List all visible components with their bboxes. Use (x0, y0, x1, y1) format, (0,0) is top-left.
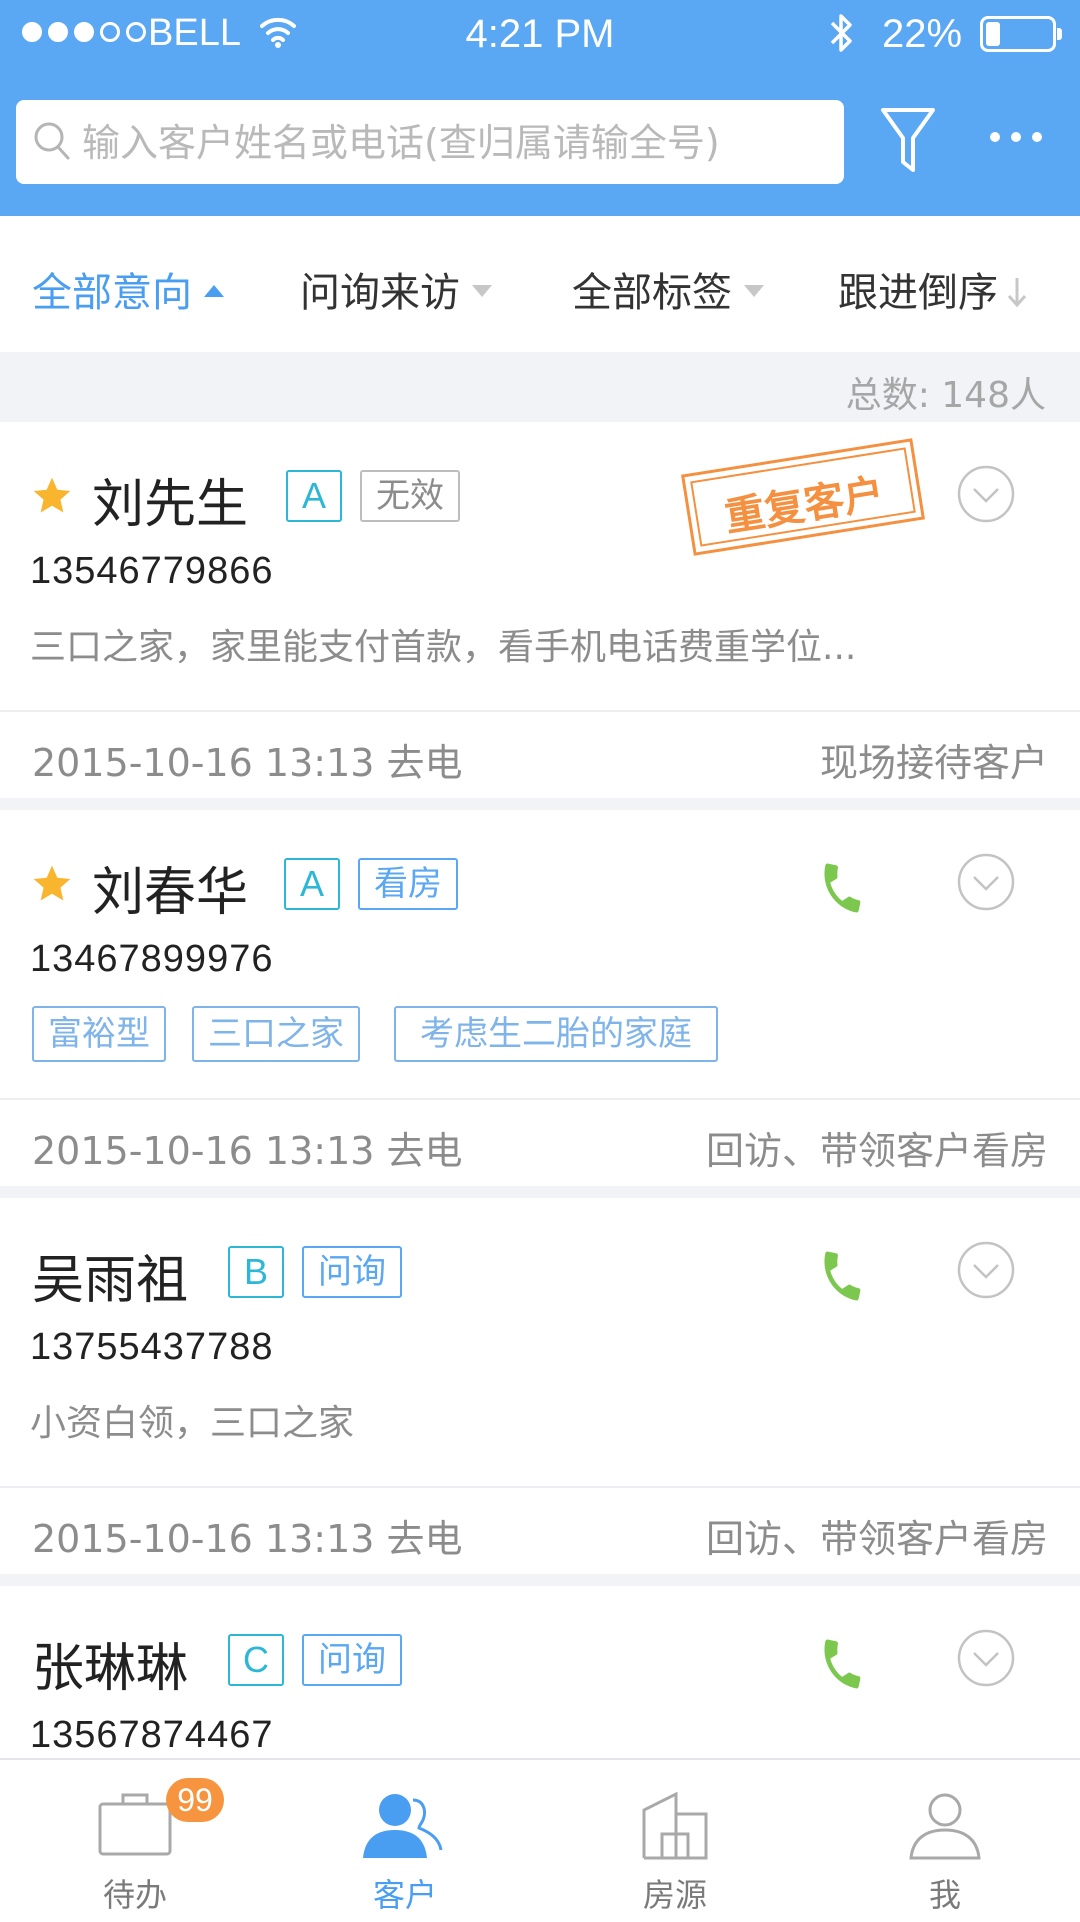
expand-icon[interactable] (956, 852, 1016, 916)
grade-badge: A (284, 858, 340, 910)
followup-note: 回访、带领客户看房 (705, 1517, 1048, 1561)
caret-down-icon (472, 285, 492, 297)
phone-icon[interactable] (814, 1246, 870, 1310)
battery-percent: 22% (882, 12, 963, 56)
customers-icon (270, 1790, 540, 1860)
sort-bar: 全部意向 问询来访 全部标签 跟进倒序 (0, 216, 1080, 352)
tab-label: 我 (928, 1876, 961, 1914)
star-icon[interactable] (30, 862, 74, 910)
sort-intent-label: 全部意向 (32, 270, 192, 316)
search-input[interactable] (80, 100, 824, 186)
status-bar: BELL 4:21 PM 22% (0, 0, 1080, 70)
stamp-text: 重复客户 (721, 470, 888, 542)
more-icon[interactable] (990, 132, 1042, 142)
count-bar: 总数: 148人 (0, 352, 1080, 422)
customer-tag: 富裕型 (32, 1006, 166, 1062)
customer-card[interactable]: 吴雨祖 B 问询 13755437788 小资白领，三口之家 2015-10-1… (0, 1198, 1080, 1574)
customer-name: 刘春华 (92, 863, 249, 923)
customer-description: 小资白领，三口之家 (30, 1403, 355, 1444)
sort-order[interactable]: 跟进倒序 (838, 260, 1028, 318)
grade-badge: A (286, 470, 342, 522)
sort-tags-label: 全部标签 (572, 270, 732, 316)
building-icon (540, 1790, 810, 1860)
filter-icon[interactable] (880, 106, 936, 180)
followup-time: 2015-10-16 13:13 去电 (32, 1517, 463, 1561)
duplicate-stamp: 重复客户 (681, 438, 925, 556)
profile-icon (810, 1790, 1080, 1860)
star-icon[interactable] (30, 474, 74, 522)
followup-time: 2015-10-16 13:13 去电 (32, 1129, 463, 1173)
tab-todo[interactable]: 99 待办 (0, 1760, 270, 1922)
customer-name: 刘先生 (92, 475, 249, 535)
customer-name: 张琳琳 (32, 1639, 189, 1699)
customer-tag: 考虑生二胎的家庭 (394, 1006, 718, 1062)
search-box[interactable] (16, 100, 844, 186)
sort-source-label: 问询来访 (300, 270, 460, 316)
caret-up-icon (204, 285, 224, 297)
customer-phone: 13755437788 (30, 1326, 274, 1368)
search-icon (32, 120, 72, 168)
briefcase-icon (0, 1790, 270, 1856)
customer-tag: 三口之家 (192, 1006, 360, 1062)
customer-card[interactable]: 刘先生 A 无效 重复客户 13546779866 三口之家，家里能支付首款，看… (0, 422, 1080, 798)
followup-time: 2015-10-16 13:13 去电 (32, 741, 463, 785)
status-tag: 问询 (302, 1634, 402, 1686)
tab-label: 房源 (642, 1876, 707, 1914)
sort-order-label: 跟进倒序 (838, 270, 998, 316)
top-bar: BELL 4:21 PM 22% (0, 0, 1080, 216)
todo-badge: 99 (166, 1778, 224, 1822)
sort-intent[interactable]: 全部意向 (32, 260, 224, 318)
tab-customers[interactable]: 客户 (270, 1760, 540, 1922)
expand-icon[interactable] (956, 464, 1016, 528)
grade-badge: C (228, 1634, 284, 1686)
phone-icon[interactable] (814, 1634, 870, 1698)
expand-icon[interactable] (956, 1240, 1016, 1304)
sort-tags[interactable]: 全部标签 (572, 260, 764, 318)
tab-me[interactable]: 我 (810, 1760, 1080, 1922)
tab-properties[interactable]: 房源 (540, 1760, 810, 1922)
tab-bar: 99 待办 客户 房源 我 (0, 1758, 1080, 1922)
status-tag: 看房 (358, 858, 458, 910)
sort-source[interactable]: 问询来访 (300, 260, 492, 318)
expand-icon[interactable] (956, 1628, 1016, 1692)
bluetooth-icon (826, 10, 856, 61)
phone-icon[interactable] (814, 858, 870, 922)
status-tag: 无效 (360, 470, 460, 522)
total-count: 总数: 148人 (845, 375, 1046, 416)
followup-note: 回访、带领客户看房 (705, 1129, 1048, 1173)
tab-label: 待办 (102, 1876, 167, 1914)
followup-note: 现场接待客户 (819, 741, 1048, 785)
customer-phone: 13546779866 (30, 550, 274, 592)
customer-card[interactable]: 张琳琳 C 问询 13567874467 (0, 1586, 1080, 1758)
tab-label: 客户 (372, 1876, 437, 1914)
grade-badge: B (228, 1246, 284, 1298)
customer-card[interactable]: 刘春华 A 看房 13467899976 富裕型 三口之家 考虑生二胎的家庭 2… (0, 810, 1080, 1186)
status-tag: 问询 (302, 1246, 402, 1298)
arrow-down-icon (1006, 272, 1028, 318)
battery-icon (980, 16, 1062, 52)
customer-name: 吴雨祖 (32, 1251, 189, 1311)
customer-phone: 13567874467 (30, 1714, 274, 1756)
customer-phone: 13467899976 (30, 938, 274, 980)
caret-down-icon (744, 285, 764, 297)
customer-description: 三口之家，家里能支付首款，看手机电话费重学位... (30, 627, 857, 668)
